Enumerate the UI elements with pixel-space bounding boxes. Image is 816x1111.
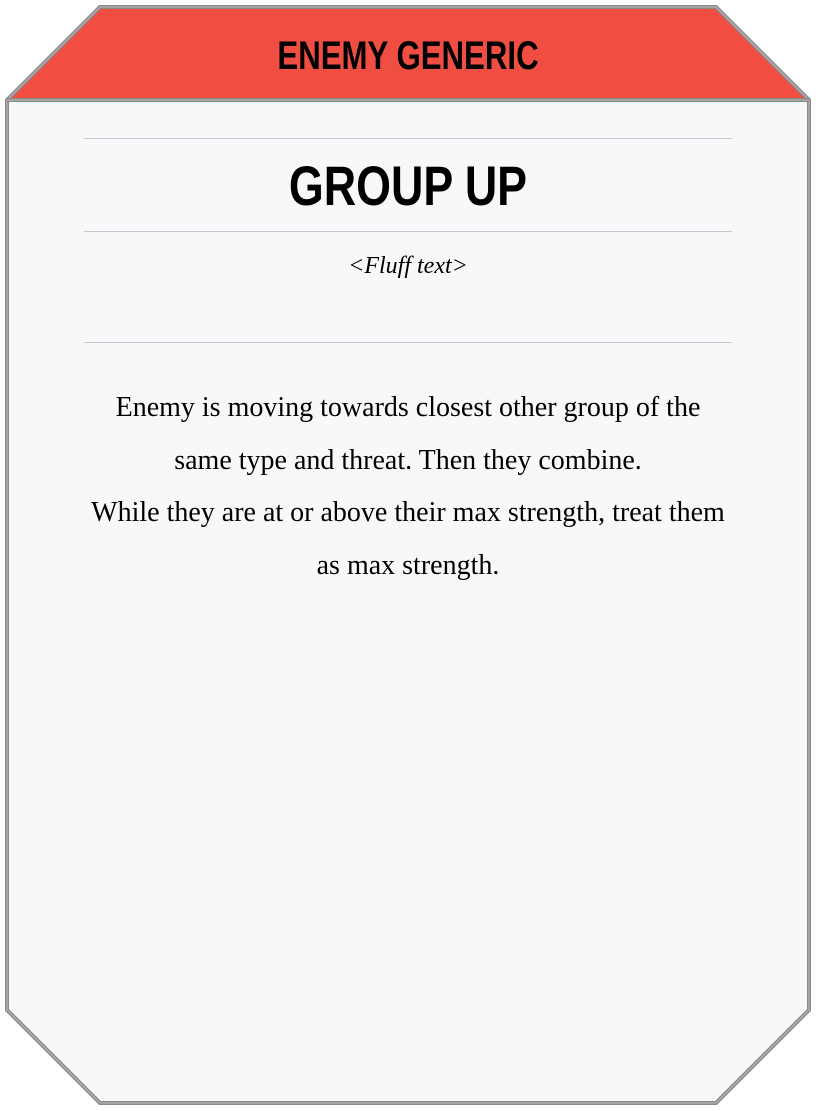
card-rules-text: Enemy is moving towards closest other gr…	[84, 382, 732, 592]
divider	[84, 231, 732, 232]
card-title: GROUP UP	[288, 154, 528, 217]
card-type-header: ENEMY GENERIC	[277, 34, 539, 78]
divider	[84, 342, 732, 343]
rules-paragraph: Enemy is moving towards closest other gr…	[115, 392, 701, 476]
divider	[84, 138, 732, 139]
fluff-text: <Fluff text>	[348, 253, 468, 279]
rules-paragraph: While they are at or above their max str…	[91, 497, 725, 581]
